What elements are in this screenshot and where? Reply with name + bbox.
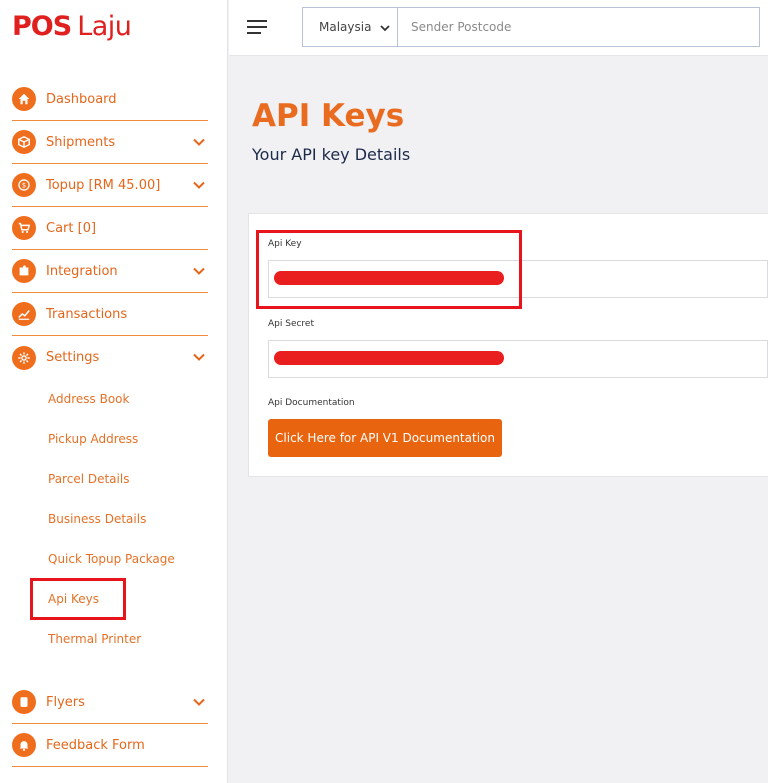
sidebar-item-label: Integration <box>46 263 118 279</box>
submenu-item-pickup-address[interactable]: Pickup Address <box>48 419 208 459</box>
chevron-down-icon[interactable] <box>192 350 206 364</box>
chevron-down-icon[interactable] <box>192 178 206 192</box>
puzzle-icon <box>12 259 36 283</box>
api-secret-redaction <box>274 351 504 365</box>
sidebar-nav: Dashboard Shipments $ Topup [RM 45.00] C… <box>12 78 208 659</box>
svg-text:$: $ <box>22 182 26 190</box>
page-title: API Keys <box>252 98 405 134</box>
sidebar-item-integration[interactable]: Integration <box>12 250 208 293</box>
sidebar-item-label: Settings <box>46 350 100 365</box>
sidebar-item-label: Flyers <box>46 694 85 710</box>
flyer-icon <box>12 690 36 714</box>
page-subtitle: Your API key Details <box>252 145 411 164</box>
sidebar-nav-bottom: Flyers Feedback Form <box>12 681 208 767</box>
api-documentation-label: Api Documentation <box>268 398 355 408</box>
submenu-item-parcel-details[interactable]: Parcel Details <box>48 459 208 499</box>
home-icon <box>12 87 36 111</box>
submenu-item-thermal-printer[interactable]: Thermal Printer <box>48 619 208 659</box>
sender-postcode-input[interactable] <box>398 7 760 47</box>
coin-icon: $ <box>12 173 36 197</box>
chevron-down-icon <box>380 25 390 32</box>
sidebar-item-shipments[interactable]: Shipments <box>12 121 208 164</box>
country-select-value: Malaysia <box>319 20 372 34</box>
logo-laju-text: Laju <box>77 10 132 42</box>
api-documentation-button[interactable]: Click Here for API V1 Documentation <box>268 419 502 457</box>
chevron-down-icon[interactable] <box>192 695 206 709</box>
cart-icon <box>12 216 36 240</box>
country-select[interactable]: Malaysia <box>302 7 398 47</box>
sidebar-item-settings[interactable]: Settings <box>12 336 208 379</box>
logo-pos-text: POS <box>12 10 72 42</box>
gear-icon <box>12 345 36 370</box>
sidebar-item-label: Shipments <box>46 134 116 150</box>
bell-icon <box>12 733 36 757</box>
sidebar-item-label: Transactions <box>46 306 128 322</box>
sidebar-item-cart[interactable]: Cart [0] <box>12 207 208 250</box>
sidebar-item-label: Cart [0] <box>46 220 97 236</box>
api-secret-label: Api Secret <box>268 319 314 329</box>
chevron-down-icon[interactable] <box>192 135 206 149</box>
sidebar-item-label: Dashboard <box>46 91 117 107</box>
highlight-box-api-key <box>256 230 522 309</box>
chevron-down-icon[interactable] <box>192 264 206 278</box>
top-bar: Malaysia <box>229 0 768 56</box>
submenu-item-business-details[interactable]: Business Details <box>48 499 208 539</box>
sidebar: POS Laju Dashboard Shipments $ Topup [RM… <box>0 0 228 783</box>
submenu-item-address-book[interactable]: Address Book <box>48 379 208 419</box>
box-icon <box>12 130 36 154</box>
pos-laju-logo[interactable]: POS Laju <box>12 8 132 44</box>
sidebar-item-transactions[interactable]: Transactions <box>12 293 208 336</box>
sidebar-item-feedback-form[interactable]: Feedback Form <box>12 724 208 767</box>
sidebar-item-label: Feedback Form <box>46 737 145 753</box>
chart-icon <box>12 302 36 326</box>
sidebar-item-flyers[interactable]: Flyers <box>12 681 208 724</box>
sidebar-item-topup[interactable]: $ Topup [RM 45.00] <box>12 164 208 207</box>
hamburger-menu-icon[interactable] <box>247 18 267 36</box>
sidebar-item-label: Topup [RM 45.00] <box>46 177 161 193</box>
sidebar-item-dashboard[interactable]: Dashboard <box>12 78 208 121</box>
highlight-box-api-keys-menu <box>30 578 126 620</box>
submenu-item-quick-topup-package[interactable]: Quick Topup Package <box>48 539 208 579</box>
